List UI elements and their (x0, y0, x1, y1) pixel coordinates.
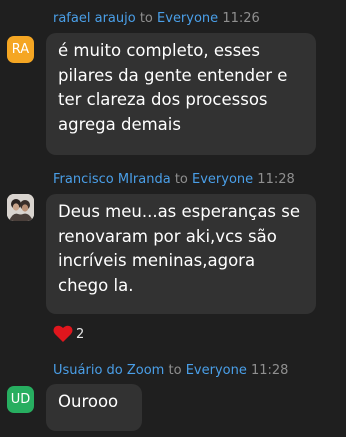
avatar[interactable] (7, 194, 34, 221)
message-bubble[interactable]: Deus meu...as esperanças se renovaram po… (46, 194, 316, 314)
recipient-name: Everyone (185, 363, 247, 378)
sender-name[interactable]: Usuário do Zoom (53, 363, 164, 378)
to-label: to (174, 172, 188, 187)
message-header: Usuário do Zoom to Everyone 11:28 (53, 363, 288, 379)
sender-name[interactable]: rafael araujo (53, 11, 136, 26)
message-text: Ourooo (58, 392, 119, 411)
message-time: 11:28 (257, 172, 295, 187)
message-bubble[interactable]: é muito completo, esses pilares da gente… (46, 33, 316, 155)
message-header: rafael araujo to Everyone 11:26 (53, 11, 260, 27)
reaction[interactable]: 2 (53, 324, 84, 344)
recipient-name: Everyone (157, 11, 219, 26)
to-label: to (168, 363, 182, 378)
to-label: to (139, 11, 153, 26)
avatar[interactable]: UD (7, 386, 34, 413)
recipient-name: Everyone (192, 172, 254, 187)
sender-name[interactable]: Francisco MIranda (53, 172, 171, 187)
user-photo-icon (7, 194, 34, 221)
message-time: 11:28 (250, 363, 289, 378)
reaction-count: 2 (76, 326, 85, 342)
message-text: é muito completo, esses pilares da gente… (58, 41, 288, 134)
message-text: Deus meu...as esperanças se renovaram po… (58, 202, 301, 295)
avatar[interactable]: RA (7, 36, 34, 63)
message-time: 11:26 (222, 11, 260, 26)
heart-icon (53, 325, 73, 342)
message-bubble[interactable]: Ourooo (46, 384, 142, 431)
message-header: Francisco MIranda to Everyone 11:28 (53, 172, 295, 188)
